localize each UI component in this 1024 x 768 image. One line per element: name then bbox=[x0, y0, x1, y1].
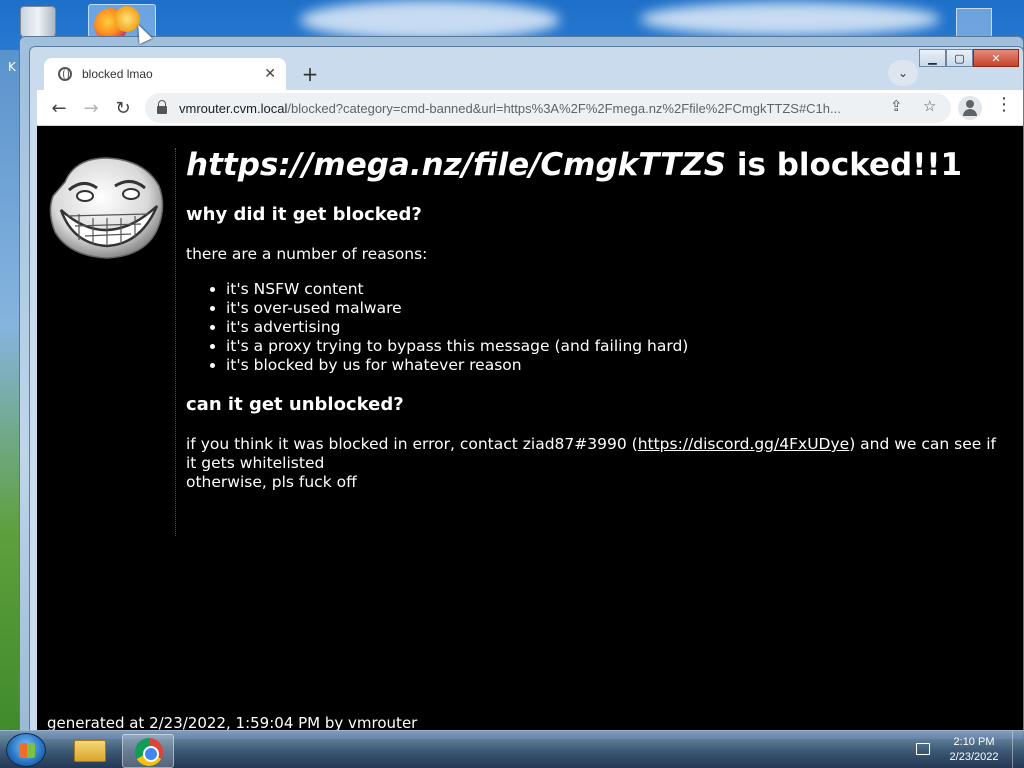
maximize-button[interactable]: ▢ bbox=[946, 49, 973, 67]
page-title: https://mega.nz/file/CmgkTTZS is blocked… bbox=[186, 146, 1006, 185]
minimize-button[interactable]: ▁ bbox=[919, 49, 946, 67]
list-item: it's advertising bbox=[226, 318, 1006, 337]
url-path: /blocked?category=cmd-banned&url=https%3… bbox=[287, 100, 841, 116]
tab-search-button[interactable]: ⌄ bbox=[888, 60, 918, 86]
browser-toolbar: ← → ↻ vmrouter.cvm.local/blocked?categor… bbox=[37, 90, 1023, 126]
back-button[interactable]: ← bbox=[45, 94, 73, 122]
show-desktop-button[interactable] bbox=[1012, 731, 1024, 768]
blocked-message: https://mega.nz/file/CmgkTTZS is blocked… bbox=[186, 146, 1006, 492]
globe-icon bbox=[58, 67, 72, 81]
discord-link[interactable]: https://discord.gg/4FxUDye bbox=[638, 435, 850, 453]
title-suffix: is blocked!!1 bbox=[726, 147, 963, 183]
reasons-intro: there are a number of reasons: bbox=[186, 245, 428, 263]
list-item: it's over-used malware bbox=[226, 299, 1006, 318]
generated-footer: generated at 2/23/2022, 1:59:04 PM by vm… bbox=[47, 714, 418, 730]
profile-avatar-icon[interactable] bbox=[958, 96, 982, 120]
why-heading: why did it get blocked? bbox=[186, 204, 422, 225]
clock-time: 2:10 PM bbox=[953, 736, 995, 748]
contact-text: if you think it was blocked in error, co… bbox=[186, 435, 638, 453]
tab-close-icon[interactable]: ✕ bbox=[264, 66, 276, 82]
address-bar[interactable]: vmrouter.cvm.local/blocked?category=cmd-… bbox=[145, 93, 951, 123]
contact-paragraph: if you think it was blocked in error, co… bbox=[186, 435, 1006, 492]
desktop-cloud bbox=[640, 2, 940, 36]
tab-title: blocked lmao bbox=[82, 67, 153, 81]
reasons-list: it's NSFW content it's over-used malware… bbox=[226, 280, 1006, 375]
list-item: it's blocked by us for whatever reason bbox=[226, 356, 1006, 375]
unblock-heading: can it get unblocked? bbox=[186, 394, 404, 415]
taskbar-explorer[interactable] bbox=[64, 734, 116, 768]
share-icon[interactable]: ⇪ bbox=[890, 97, 903, 115]
page-viewport: https://mega.nz/file/CmgkTTZS is blocked… bbox=[37, 126, 1023, 730]
new-tab-button[interactable]: + bbox=[297, 61, 323, 87]
list-item: it's NSFW content bbox=[226, 280, 1006, 299]
tab-strip: blocked lmao ✕ + ⌄ bbox=[37, 50, 922, 90]
close-window-button[interactable]: ✕ bbox=[973, 49, 1019, 67]
url-text[interactable]: vmrouter.cvm.local/blocked?category=cmd-… bbox=[179, 101, 879, 116]
folder-icon bbox=[74, 740, 106, 762]
chrome-icon bbox=[135, 738, 163, 766]
desktop-cloud bbox=[300, 0, 560, 40]
recycle-bin-icon[interactable] bbox=[20, 6, 56, 40]
taskbar-chrome[interactable] bbox=[122, 734, 174, 768]
forward-button[interactable]: → bbox=[77, 94, 105, 122]
system-clock[interactable]: 2:10 PM 2/23/2022 bbox=[942, 735, 1006, 765]
clock-date: 2/23/2022 bbox=[949, 751, 999, 763]
list-item: it's a proxy trying to bypass this messa… bbox=[226, 337, 1006, 356]
reload-button[interactable]: ↻ bbox=[109, 94, 137, 122]
browser-menu-icon[interactable]: ⋮ bbox=[995, 94, 1013, 115]
taskbar: 2:10 PM 2/23/2022 bbox=[0, 730, 1024, 768]
url-host: vmrouter.cvm.local bbox=[179, 100, 288, 116]
start-button[interactable] bbox=[6, 733, 46, 767]
network-icon[interactable] bbox=[916, 743, 930, 755]
lock-icon[interactable] bbox=[157, 100, 167, 114]
window-controls: ▁ ▢ ✕ bbox=[919, 49, 1019, 67]
content-divider bbox=[175, 148, 176, 536]
blocked-url: https://mega.nz/file/CmgkTTZS bbox=[186, 147, 727, 183]
bookmark-star-icon[interactable]: ☆ bbox=[923, 97, 936, 115]
tab-blocked[interactable]: blocked lmao ✕ bbox=[44, 58, 286, 90]
trollface-image bbox=[49, 157, 164, 259]
background-window-letter: K bbox=[8, 60, 16, 74]
otherwise-text: otherwise, pls fuck off bbox=[186, 473, 357, 491]
